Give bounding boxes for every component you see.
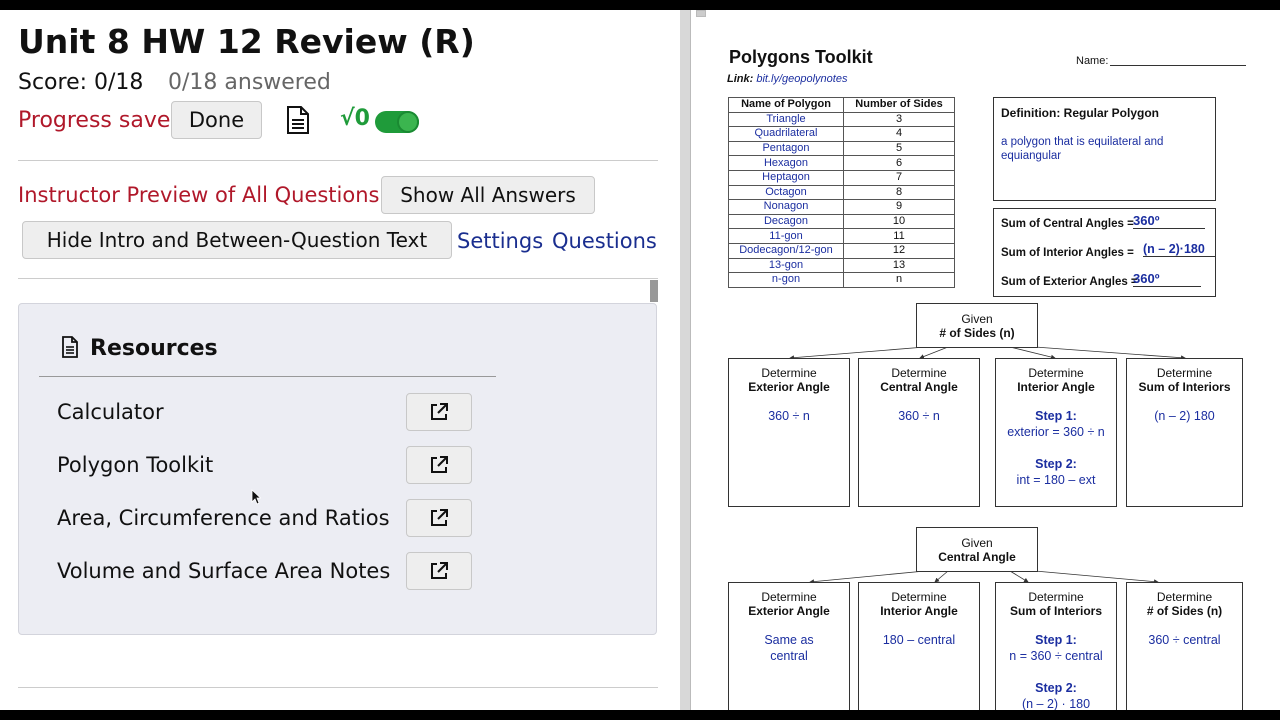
box-line2: Sum of Interiors bbox=[1138, 380, 1231, 394]
box-line2: # of Sides (n) bbox=[1146, 604, 1223, 618]
progress-status: Progress saved bbox=[18, 108, 185, 133]
box-line1: Determine bbox=[1156, 590, 1213, 604]
resource-item-label: Area, Circumference and Ratios bbox=[57, 506, 390, 530]
resources-panel: Resources Calculator Polygon Toolkit Are… bbox=[18, 303, 657, 635]
divider bbox=[39, 376, 496, 377]
box-line1: Determine bbox=[1028, 366, 1084, 380]
open-polygon-toolkit-button[interactable] bbox=[406, 446, 472, 484]
box-line2: Exterior Angle bbox=[748, 380, 830, 394]
mouse-cursor-icon bbox=[251, 489, 262, 505]
polygon-toolkit-document: Polygons Toolkit Link: bit.ly/geopolynot… bbox=[680, 10, 1280, 710]
box-step: Step 2: bbox=[1035, 457, 1077, 471]
scrollbar[interactable] bbox=[650, 280, 658, 302]
box-line2: Sum of Interiors bbox=[1009, 604, 1102, 618]
box-answer: central bbox=[770, 649, 808, 663]
determine-box: Determine Interior Angle 180 – central bbox=[858, 582, 980, 710]
external-link-icon bbox=[431, 562, 448, 579]
resource-item-label: Volume and Surface Area Notes bbox=[57, 559, 391, 583]
determine-box: Determine Sum of Interiors (n – 2) 180 bbox=[1126, 358, 1243, 507]
document-icon[interactable] bbox=[285, 105, 311, 135]
answered-count: 0/18 answered bbox=[168, 70, 331, 95]
box-answer: 360 ÷ n bbox=[898, 409, 940, 423]
open-volume-notes-button[interactable] bbox=[406, 552, 472, 590]
divider bbox=[18, 687, 658, 688]
box-answer: 360 ÷ n bbox=[768, 409, 810, 423]
resources-title: Resources bbox=[90, 336, 218, 361]
box-line2: Exterior Angle bbox=[748, 604, 830, 618]
box-answer: n = 360 ÷ central bbox=[1009, 649, 1103, 663]
math-input-toggle[interactable] bbox=[375, 111, 419, 133]
box-line1: Determine bbox=[761, 590, 817, 604]
box-answer: int = 180 – ext bbox=[1016, 473, 1096, 487]
box-answer: 180 – central bbox=[882, 633, 956, 647]
box-line1: Determine bbox=[891, 366, 947, 380]
resource-item-label: Polygon Toolkit bbox=[57, 453, 214, 477]
determine-box: Determine Central Angle 360 ÷ n bbox=[858, 358, 980, 507]
external-link-icon bbox=[431, 403, 448, 420]
box-line1: Given bbox=[961, 312, 993, 326]
box-step: Step 1: bbox=[1035, 409, 1077, 423]
external-link-icon bbox=[431, 456, 448, 473]
box-line2: # of Sides (n) bbox=[939, 326, 1015, 340]
determine-box: Determine Sum of Interiors Step 1: n = 3… bbox=[995, 582, 1117, 710]
box-line1: Determine bbox=[1156, 366, 1213, 380]
box-line1: Determine bbox=[761, 366, 817, 380]
box-step: Step 1: bbox=[1035, 633, 1077, 647]
box-line2: Interior Angle bbox=[880, 604, 958, 618]
done-button[interactable]: Done bbox=[171, 101, 262, 139]
assignment-pane: Unit 8 HW 12 Review (R) Score: 0/18 0/18… bbox=[0, 10, 680, 710]
box-answer: (n – 2) · 180 bbox=[1021, 697, 1091, 710]
divider bbox=[18, 160, 658, 161]
open-calculator-button[interactable] bbox=[406, 393, 472, 431]
given-sides-box: Given # of Sides (n) bbox=[916, 303, 1038, 348]
determine-box: Determine # of Sides (n) 360 ÷ central bbox=[1126, 582, 1243, 710]
determine-box: Determine Exterior Angle Same as central bbox=[728, 582, 850, 710]
box-line2: Central Angle bbox=[938, 550, 1016, 564]
determine-box: Determine Interior Angle Step 1: exterio… bbox=[995, 358, 1117, 507]
open-area-circumference-button[interactable] bbox=[406, 499, 472, 537]
box-line2: Central Angle bbox=[880, 380, 958, 394]
box-answer: Same as bbox=[764, 633, 814, 647]
resource-item-label: Calculator bbox=[57, 400, 164, 424]
external-link-icon bbox=[431, 509, 448, 526]
hide-intro-button[interactable]: Hide Intro and Between-Question Text bbox=[22, 221, 452, 259]
questions-link[interactable]: Questions bbox=[552, 229, 657, 253]
math-input-label: √0 bbox=[340, 106, 370, 131]
box-step: Step 2: bbox=[1035, 681, 1077, 695]
document-icon bbox=[61, 336, 79, 358]
box-answer: 360 ÷ central bbox=[1148, 633, 1221, 647]
given-central-box: Given Central Angle bbox=[916, 527, 1038, 572]
settings-link[interactable]: Settings bbox=[457, 229, 543, 253]
box-line1: Determine bbox=[891, 590, 947, 604]
show-all-answers-button[interactable]: Show All Answers bbox=[381, 176, 595, 214]
box-line1: Determine bbox=[1028, 590, 1084, 604]
score-text: Score: 0/18 bbox=[18, 70, 144, 95]
determine-box: Determine Exterior Angle 360 ÷ n bbox=[728, 358, 850, 507]
box-line2: Interior Angle bbox=[1017, 380, 1095, 394]
divider bbox=[18, 278, 658, 279]
box-answer: exterior = 360 ÷ n bbox=[1007, 425, 1105, 439]
box-line1: Given bbox=[961, 536, 993, 550]
box-answer: (n – 2) 180 bbox=[1154, 409, 1215, 423]
page-title: Unit 8 HW 12 Review (R) bbox=[18, 22, 475, 61]
instructor-preview-label: Instructor Preview of All Questions bbox=[18, 183, 380, 207]
